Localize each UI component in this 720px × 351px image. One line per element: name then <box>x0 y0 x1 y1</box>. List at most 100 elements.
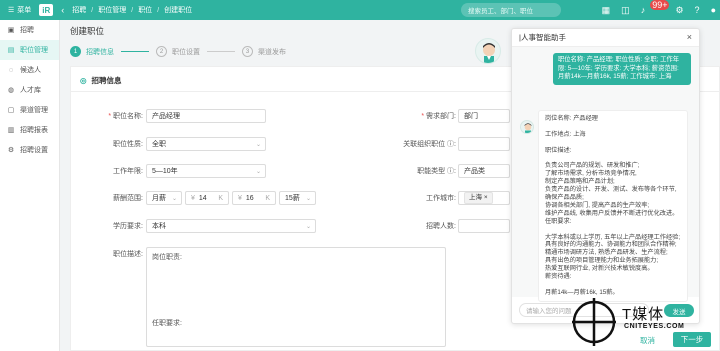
salary-label-row: 薪酬范围: <box>71 191 143 205</box>
job-name-label: * 职位名称: <box>108 113 143 120</box>
sidebar-item-label: 职位管理 <box>20 47 48 54</box>
currency-symbol: ¥ <box>238 194 242 202</box>
assistant-title: |人事智能助手 <box>519 33 566 42</box>
sidebar-item-channels[interactable]: ▢ 渠道管理 <box>0 100 59 120</box>
department-label-row: * 需求部门: <box>361 109 456 123</box>
step-job-settings[interactable]: 2 职位设置 <box>156 46 200 57</box>
education-select[interactable]: 本科 ⌄ <box>146 219 316 233</box>
salary-months-value: 15薪 <box>285 195 300 202</box>
breadcrumb-separator: / <box>131 6 134 14</box>
sidebar-item-settings[interactable]: ⚙ 招聘设置 <box>0 140 59 160</box>
salary-unit: K <box>218 194 223 202</box>
sidebar-item-candidates[interactable]: ◌ 候选人 <box>0 60 59 80</box>
salary-max-input[interactable]: ¥ 16 K <box>232 191 276 205</box>
salary-period-value: 月薪 <box>152 195 166 202</box>
help-icon[interactable]: ? <box>695 5 700 15</box>
assistant-avatar[interactable] <box>475 38 501 64</box>
step-channel-publish[interactable]: 3 渠道发布 <box>242 46 286 57</box>
cancel-button[interactable]: 取消 <box>640 335 655 346</box>
salary-months-select[interactable]: 15薪 ⌄ <box>279 191 316 205</box>
experience-label: 工作年限: <box>113 168 143 175</box>
salary-period-select[interactable]: 月薪 ⌄ <box>146 191 182 205</box>
salary-min-input[interactable]: ¥ 14 K <box>185 191 229 205</box>
notification-bell-icon[interactable]: ♪ 99+ <box>641 0 670 15</box>
department-select[interactable]: 部门 <box>458 109 510 123</box>
settings-icon[interactable]: ⚙ <box>675 5 683 16</box>
watermark-word: T媒体 <box>622 306 665 323</box>
city-select[interactable]: 上海 × <box>458 191 510 205</box>
bot-message-line: 薪资待遇: <box>545 273 572 281</box>
experience-select[interactable]: 5—10年 ⌄ <box>146 164 266 178</box>
user-avatar-icon[interactable]: ● <box>711 5 716 15</box>
menu-button[interactable]: ☰ 菜单 <box>0 0 39 20</box>
bot-message-line <box>545 281 681 289</box>
top-bar: ☰ 菜单 iR ‹ 招聘 / 职位管理 / 职位 / 创建职位 搜索员工、部门、… <box>0 0 720 20</box>
salary-unit: K <box>265 194 270 202</box>
sidebar-item-label: 渠道管理 <box>20 107 48 114</box>
logo: iR <box>39 4 54 16</box>
chevron-down-icon: ⌄ <box>255 141 261 148</box>
grid-icon[interactable]: ▦ <box>602 5 611 16</box>
search-input[interactable]: 搜索员工、部门、职位 <box>461 3 561 17</box>
description-label: 职位描述: <box>113 251 143 258</box>
sidebar-item-talent-pool[interactable]: ◍ 人才库 <box>0 80 59 100</box>
breadcrumb-item[interactable]: 招聘 <box>72 5 86 15</box>
breadcrumb-separator: / <box>157 6 160 14</box>
chevron-down-icon: ⌄ <box>171 195 177 202</box>
job-nature-label: 职位性质: <box>113 141 143 148</box>
notification-badge: 99+ <box>650 0 670 10</box>
sidebar-item-job-management[interactable]: ▤ 职位管理 <box>0 40 59 60</box>
step-connector <box>207 51 235 52</box>
job-type-label-row: 职能类型 ⓘ: <box>361 164 456 178</box>
users-icon: ◍ <box>7 87 15 94</box>
salary-max-value: 16 <box>245 194 254 202</box>
city-label: 工作城市: <box>426 195 456 202</box>
currency-symbol: ¥ <box>191 194 195 202</box>
user-message: 职位名称: 产品经理; 职位性质: 全职; 工作年限: 5—10年; 学历要求:… <box>553 53 691 85</box>
job-nature-value: 全职 <box>152 141 166 148</box>
next-step-button[interactable]: 下一步 <box>673 332 711 347</box>
chevron-down-icon: ⌄ <box>305 195 311 202</box>
sidebar-item-recruit[interactable]: ▣ 招聘 <box>0 20 59 40</box>
close-icon[interactable]: × <box>687 32 692 42</box>
job-nature-select[interactable]: 全职 ⌄ <box>146 137 266 151</box>
salary-label: 薪酬范围: <box>113 195 143 202</box>
menu-icon: ☰ <box>8 7 15 14</box>
bot-avatar-icon <box>520 120 534 134</box>
section-icon: ◎ <box>80 76 87 85</box>
section-title: ◎ 招聘信息 <box>80 75 122 86</box>
headcount-input[interactable] <box>458 219 510 233</box>
chevron-down-icon: ⌄ <box>305 223 311 230</box>
description-textarea[interactable]: 岗位职责: 任职要求: <box>146 247 446 347</box>
city-tag: 上海 × <box>464 192 493 204</box>
step-recruit-info[interactable]: 1 招聘信息 <box>70 46 114 57</box>
headcount-label-row: 招聘人数: <box>361 219 456 233</box>
breadcrumb-item[interactable]: 职位 <box>138 5 152 15</box>
bot-message-line: 具有出色的项目管理能力和业务拓展能力; <box>545 257 659 265</box>
description-line: 岗位职责: <box>152 254 182 261</box>
bot-message-line: 工作地点: 上海 <box>545 130 586 138</box>
job-type-select[interactable]: 产品类 <box>458 164 510 178</box>
description-label-row: 职位描述: <box>71 247 143 261</box>
bot-message-line <box>545 139 681 147</box>
salary-min-value: 14 <box>198 194 207 202</box>
step-label: 渠道发布 <box>258 48 286 56</box>
related-org-select[interactable] <box>458 137 510 151</box>
bot-message-line: 确保产品品质; <box>545 194 584 202</box>
breadcrumb-item[interactable]: 职位管理 <box>98 5 126 15</box>
department-label: * 需求部门: <box>421 113 456 120</box>
apps-icon[interactable]: ◫ <box>621 5 630 16</box>
briefcase-icon: ▣ <box>7 27 15 34</box>
close-icon: × <box>483 194 488 201</box>
headcount-label: 招聘人数: <box>426 223 456 230</box>
job-name-input[interactable]: 产品经理 <box>146 109 266 123</box>
back-arrow-icon[interactable]: ‹ <box>61 5 64 15</box>
gear-icon: ⚙ <box>7 147 15 154</box>
bot-message-line <box>545 226 681 234</box>
bot-message-line: 职位描述: <box>545 146 572 154</box>
bot-message-line: 岗位名称: 产品经理 <box>545 115 598 122</box>
sidebar-item-label: 招聘设置 <box>20 147 48 154</box>
bot-message-line: 制定产品策略和产品计划; <box>545 178 615 186</box>
bot-message-line: 负责产品的设计、开发、测试、发布等各个环节, <box>545 186 677 194</box>
sidebar-item-reports[interactable]: ▥ 招聘报表 <box>0 120 59 140</box>
